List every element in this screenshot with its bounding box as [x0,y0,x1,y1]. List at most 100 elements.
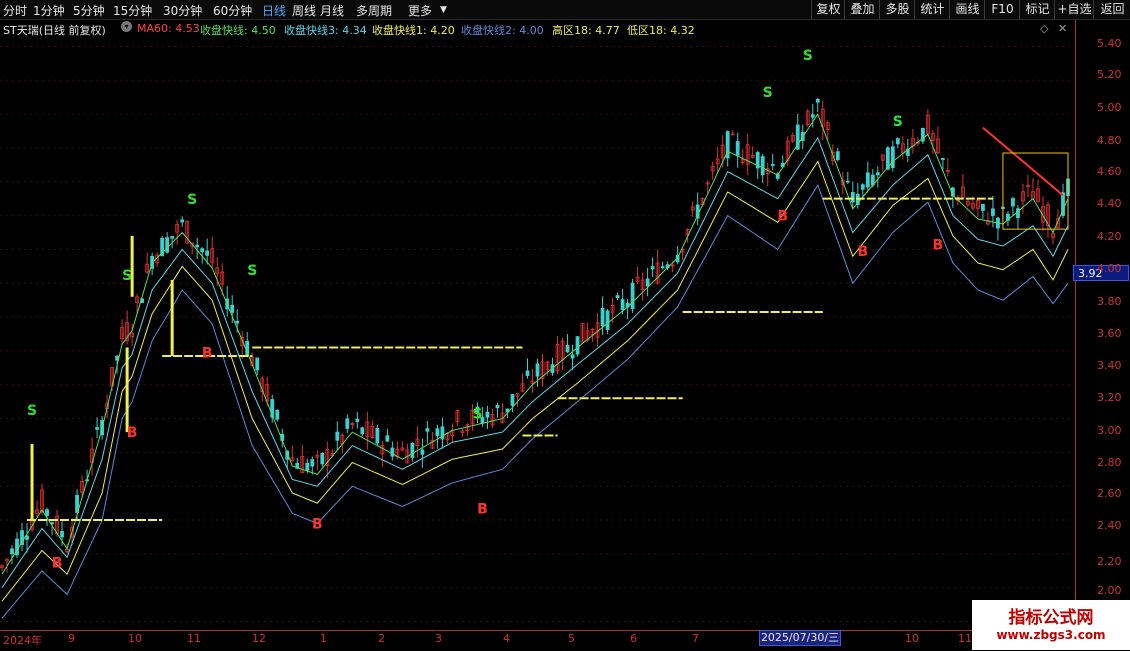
candle-body [310,459,315,467]
buy-signal-label: B [127,425,138,441]
sell-signal-label: S [763,85,773,101]
candle-body [645,278,650,287]
low-zone-label: 低区18: 4.32 [627,24,695,37]
period-tab-5[interactable]: 60分钟 [213,2,252,19]
candle-body [60,531,64,538]
fast-line1-label: 收盘快线1: 4.20 [372,24,455,37]
y-tick-label: 2.00 [1097,584,1122,597]
x-tick-label: 3 [435,632,442,645]
x-tick-label: 7 [692,632,699,645]
period-tab-9[interactable]: 多周期 [356,2,392,19]
candle-body [495,405,500,409]
candle-body [620,299,625,311]
sell-signal-label: S [893,114,903,130]
candle-body [435,428,440,437]
price-chart[interactable]: S B S B S B S B S B S S B S B B [0,38,1075,630]
period-tab-0[interactable]: 分时 [3,2,27,19]
y-tick-label: 2.60 [1097,487,1122,500]
y-tick-label: 5.40 [1097,37,1122,50]
indicator-info-bar: ST天瑞(日线 前复权) ▾ MA60: 4.53 收盘快线: 4.50 收盘快… [0,20,1075,37]
toolbar-button-4[interactable]: 画线 [949,0,985,19]
toolbar-button-2[interactable]: 多股 [879,0,915,19]
y-tick-label: 2.20 [1097,555,1122,568]
candle-body [895,138,900,145]
sell-signal-label: S [472,407,482,423]
candle-body [565,345,570,353]
candle-body [230,304,235,313]
candle-body [615,295,620,299]
y-tick-label: 4.60 [1097,165,1122,178]
period-tab-7[interactable]: 周线 [292,2,316,19]
y-tick-label: 4.80 [1097,134,1122,147]
crosshair-date-label: 2025/07/30/三 [759,630,841,646]
y-tick-label: 5.00 [1097,101,1122,114]
candle-body [165,237,170,253]
candle-body [305,462,310,471]
candle-body [335,431,340,441]
candle-body [425,428,430,432]
buy-signal-label: B [933,237,944,253]
dropdown-toggle-icon[interactable]: ▾ [121,21,132,32]
candle-body [275,410,280,420]
close-icon[interactable]: ✕ [1058,22,1067,35]
candle-body [981,203,985,211]
toolbar-button-7[interactable]: +自选 [1054,0,1094,19]
candle-body [1011,198,1015,207]
diamond-icon[interactable]: ◇ [1040,22,1048,35]
fast-line3-label: 收盘快线3: 4.34 [284,24,367,37]
buy-signal-label: B [202,346,213,362]
x-tick-label: 10 [128,632,142,645]
period-tab-2[interactable]: 5分钟 [73,2,105,19]
buy-signal-label: B [312,517,323,533]
candle-body [255,357,260,371]
x-tick-label: 2 [378,632,385,645]
candle-body [510,394,515,406]
y-tick-label: 3.00 [1097,424,1122,437]
more-dropdown-icon[interactable]: ▼ [440,5,447,15]
sell-signal-label: S [187,192,197,208]
toolbar-button-8[interactable]: 返回 [1093,0,1130,19]
toolbar-button-0[interactable]: 复权 [811,0,845,19]
y-tick-label: 2.80 [1097,456,1122,469]
candle-body [860,184,865,190]
period-tab-8[interactable]: 月线 [320,2,344,19]
x-tick-label: 12 [252,632,266,645]
fast-line2-label: 收盘快线2: 4.00 [461,24,544,37]
stock-title: ST天瑞(日线 前复权) [3,24,106,37]
candle-body [991,208,995,216]
y-tick-label: 5.20 [1097,68,1122,81]
ma60-label: MA60: 4.53 [137,22,200,35]
candle-body [770,164,775,166]
indicator-line [1,160,1069,602]
toolbar-button-3[interactable]: 统计 [914,0,950,19]
toolbar-button-5[interactable]: F10 [984,0,1020,19]
x-tick-label: 5 [568,632,575,645]
candle-body [420,449,425,455]
y-tick-label: 4.20 [1097,230,1122,243]
x-tick-label: 9 [68,632,75,645]
period-tab-3[interactable]: 15分钟 [113,2,152,19]
candle-body [10,548,14,555]
period-tab-6[interactable]: 日线 [262,2,286,19]
candle-body [940,158,945,160]
candle-body [205,250,210,256]
y-tick-label: 4.00 [1097,262,1122,275]
period-tab-4[interactable]: 30分钟 [163,2,202,19]
candle-body [195,244,200,248]
toolbar-button-6[interactable]: 标记 [1019,0,1055,19]
x-tick-label: 10 [905,632,919,645]
period-tab-10[interactable]: 更多 [408,2,432,19]
sell-signal-label: S [27,403,37,419]
sell-signal-label: S [247,263,257,279]
watermark-title: 指标公式网 [1008,608,1094,628]
candle-body [320,452,325,465]
candle-body [865,172,870,188]
candle-body [345,418,350,429]
candle-body [200,248,205,252]
toolbar-button-1[interactable]: 叠加 [844,0,880,19]
candle-body [360,427,365,435]
candle-body [600,307,605,327]
candle-body [835,151,840,160]
period-tab-1[interactable]: 1分钟 [33,2,65,19]
fast-line-label: 收盘快线: 4.50 [200,24,276,37]
